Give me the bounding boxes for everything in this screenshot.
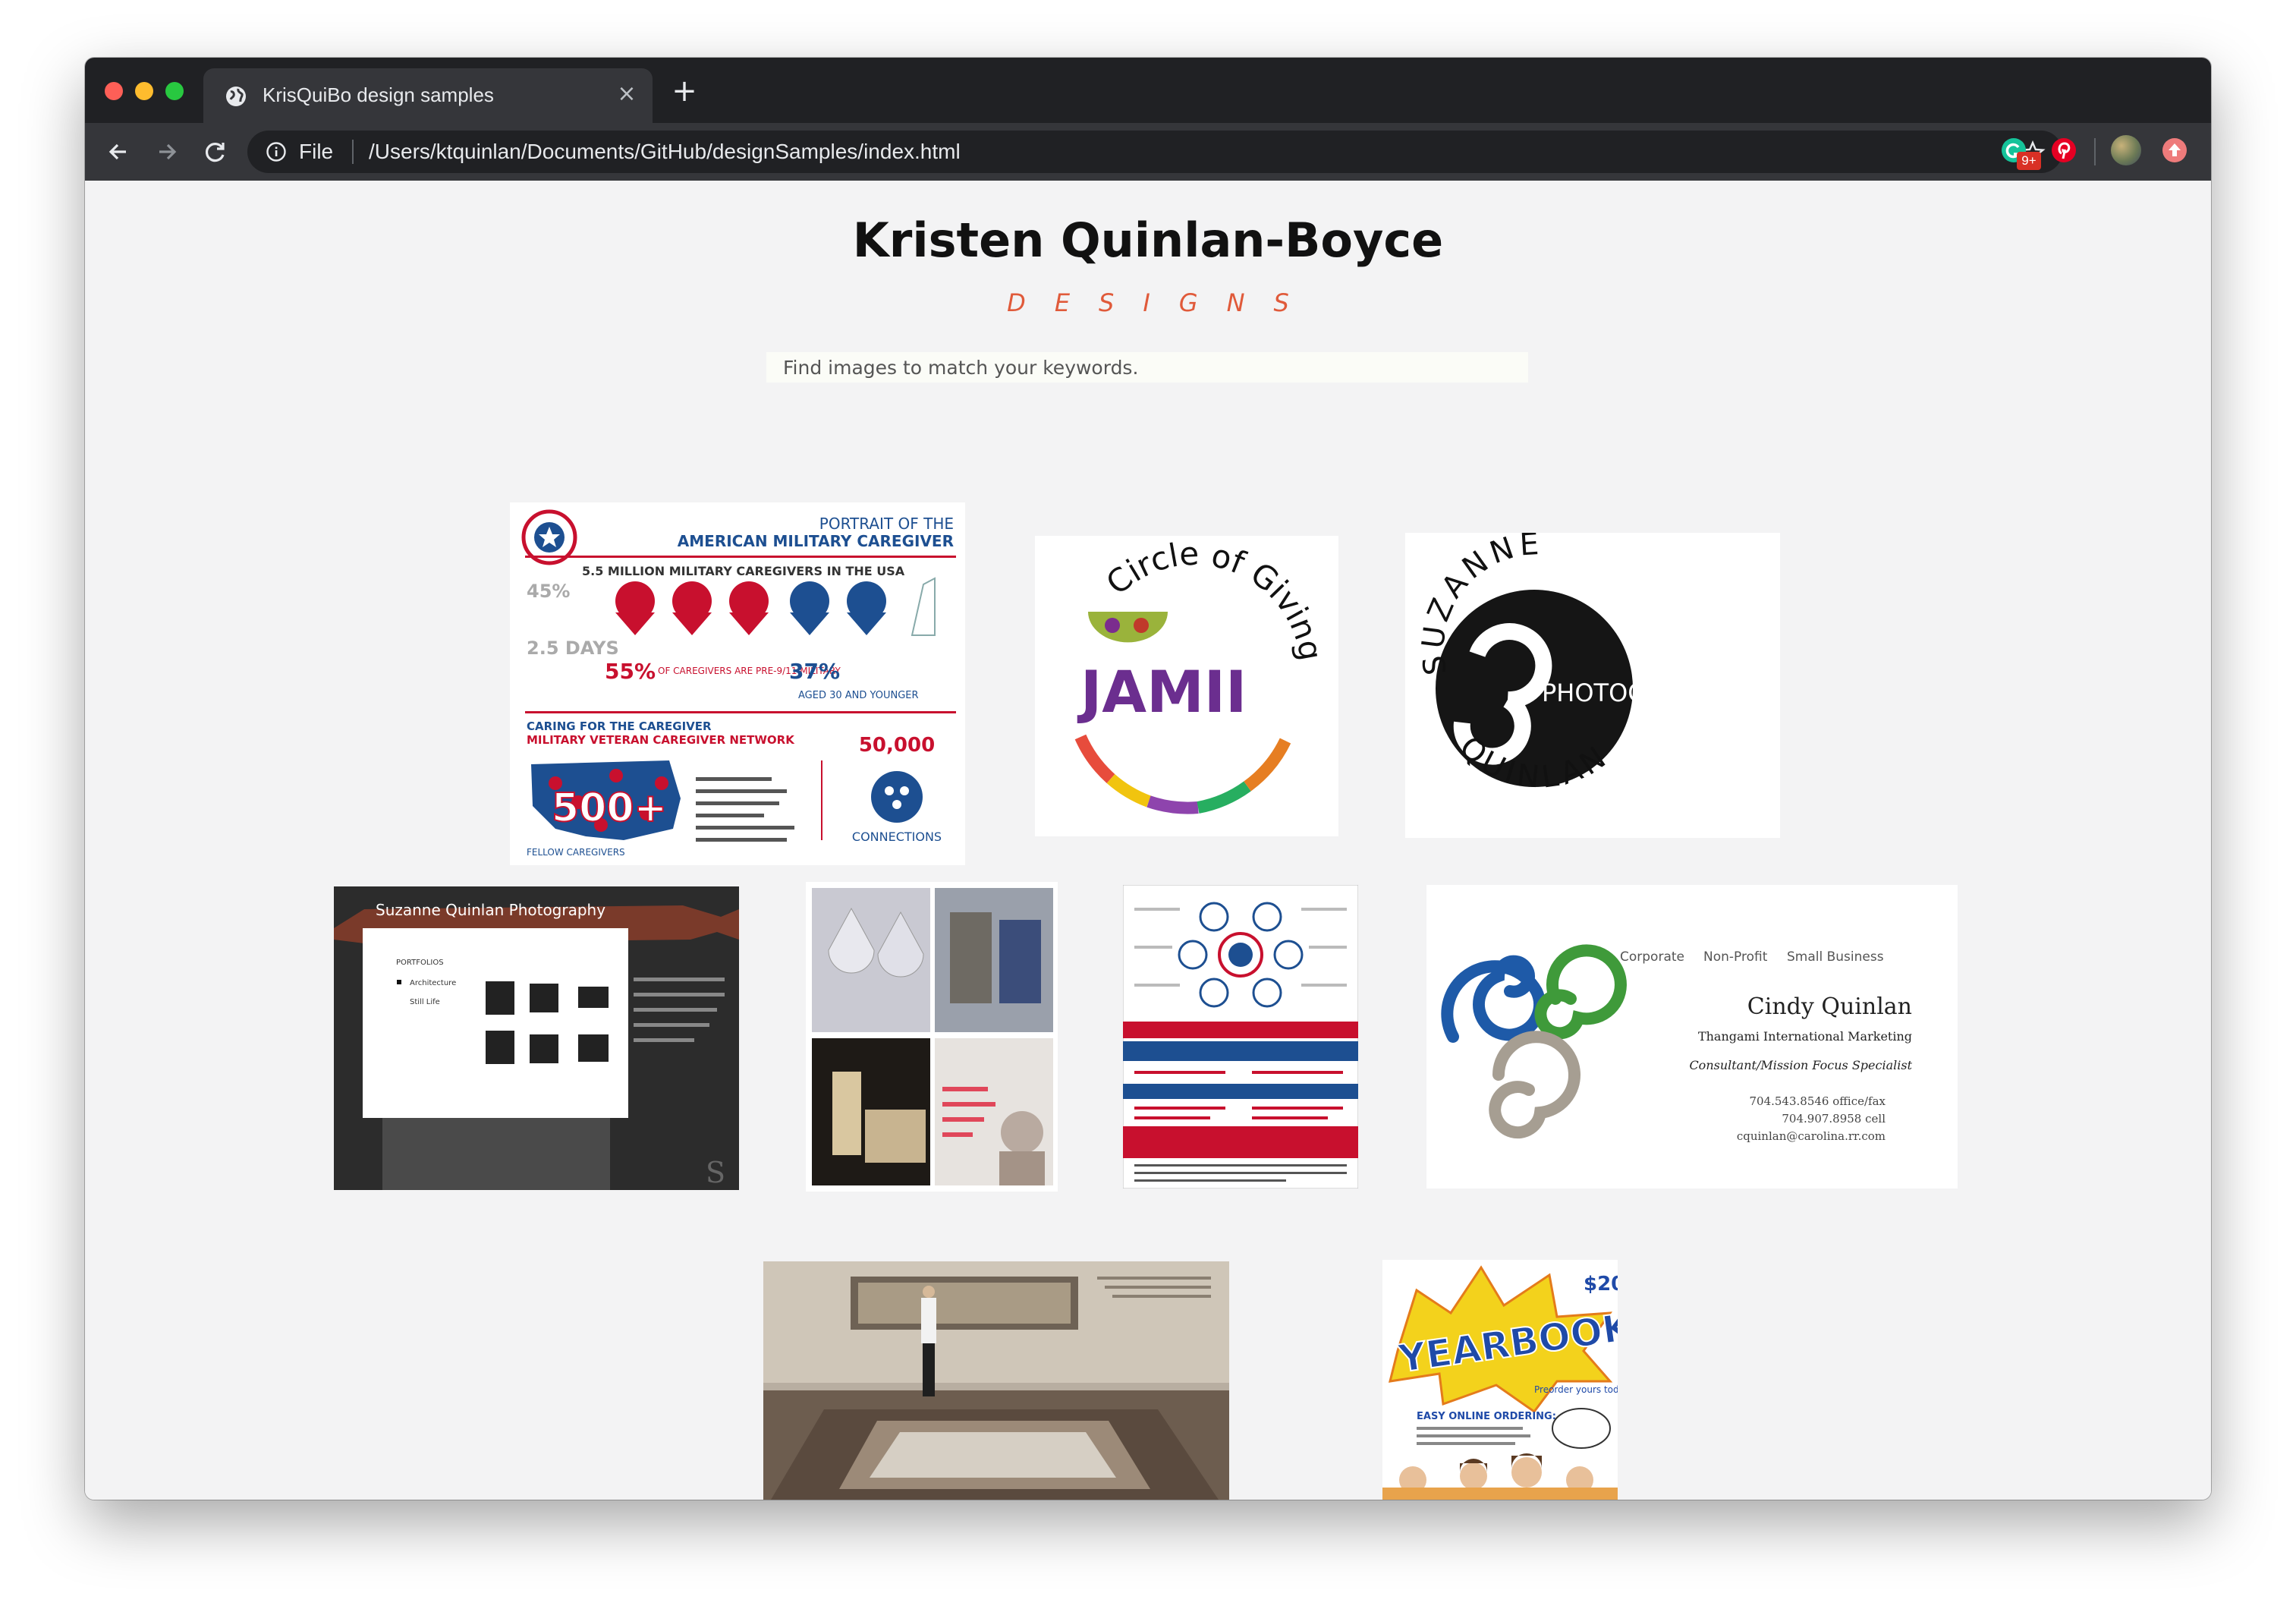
extension-icon[interactable] <box>2159 135 2190 165</box>
network-count: 50,000 <box>859 734 935 757</box>
website-nav-2: Still Life <box>410 998 440 1006</box>
jamii-image: Circle of Giving JAMII <box>1035 536 1338 836</box>
logo-photography-text: PHOTOGRAPHY <box>1542 678 1727 707</box>
card-email: cquinlan@carolina.rr.com <box>1737 1129 1886 1143</box>
thumbnail-product-collage[interactable] <box>806 882 1058 1192</box>
stat-37: 37% <box>789 659 840 684</box>
stat-37-text: AGED 30 AND YOUNGER <box>798 690 919 701</box>
window-close-button[interactable] <box>105 82 123 100</box>
yearbook-online: EASY ONLINE ORDERING: <box>1417 1411 1556 1422</box>
fellow-caregivers: FELLOW CAREGIVERS <box>527 847 625 858</box>
window-maximize-button[interactable] <box>165 82 184 100</box>
stat-55: 55% <box>605 659 656 684</box>
thumbnail-caregiver-infographic[interactable]: PORTRAIT OF THE AMERICAN MILITARY CAREGI… <box>510 502 965 865</box>
yearbook-price: $20 <box>1584 1273 1618 1296</box>
card-tag-2: Non-Profit <box>1703 949 1768 965</box>
thumbnail-business-card[interactable]: Corporate Non-Profit Small Business Cind… <box>1426 885 1958 1189</box>
card-tag-1: Corporate <box>1620 949 1684 965</box>
address-url[interactable]: /Users/ktquinlan/Documents/GitHub/design… <box>369 140 961 164</box>
svg-text:S: S <box>706 1156 725 1189</box>
tab-close-icon[interactable]: × <box>615 82 639 106</box>
thumbnail-museum-photo[interactable] <box>763 1261 1229 1500</box>
photo-website-image: Suzanne Quinlan Photography PORTFOLIOS A… <box>334 886 739 1190</box>
reload-icon[interactable] <box>200 137 231 167</box>
forward-icon[interactable] <box>152 137 182 167</box>
svg-text:2.5 DAYS: 2.5 DAYS <box>527 638 619 659</box>
page-content: Kristen Quinlan-Boyce DESIGNS PORTRAIT O… <box>85 181 2211 1500</box>
page-title: Kristen Quinlan-Boyce <box>852 213 1444 268</box>
pinterest-icon[interactable] <box>2049 135 2079 165</box>
thumbnail-suzanne-logo[interactable]: SUZANNE QUINLAN PHOTOGRAPHY <box>1405 533 1780 838</box>
svg-text:45%: 45% <box>527 581 570 602</box>
infographic-heading2: AMERICAN MILITARY CAREGIVER <box>678 532 954 550</box>
toolbar-divider <box>2094 138 2096 165</box>
website-nav-1: Architecture <box>410 979 456 987</box>
suzanne-logo-image: SUZANNE QUINLAN PHOTOGRAPHY <box>1405 533 1780 838</box>
website-title: Suzanne Quinlan Photography <box>376 901 605 919</box>
browser-toolbar: File /Users/ktquinlan/Documents/GitHub/d… <box>85 123 2211 181</box>
new-tab-button[interactable]: + <box>671 76 698 106</box>
museum-photo-image <box>763 1261 1229 1500</box>
address-scheme: File <box>299 140 334 163</box>
card-phone1: 704.543.8546 office/fax <box>1749 1094 1886 1108</box>
back-icon[interactable] <box>103 137 134 167</box>
globe-icon <box>226 87 246 106</box>
thumbnail-network-flyer[interactable] <box>1123 885 1358 1189</box>
window-minimize-button[interactable] <box>135 82 153 100</box>
card-company: Thangami International Marketing <box>1698 1029 1912 1044</box>
business-card-image: Corporate Non-Profit Small Business Cind… <box>1426 885 1958 1189</box>
thumbnail-yearbook-flyer[interactable]: YEARBOOK $20 Preorder yours today! EASY … <box>1382 1260 1618 1500</box>
page-subtitle: DESIGNS <box>1007 288 1318 317</box>
yearbook-cta: Preorder yours today! <box>1534 1384 1618 1395</box>
tab-strip: KrisQuiBo design samples × + <box>85 58 2211 123</box>
card-role: Consultant/Mission Focus Specialist <box>1689 1058 1912 1072</box>
browser-window: KrisQuiBo design samples × + File /Users… <box>85 58 2211 1500</box>
card-phone2: 704.907.8958 cell <box>1782 1112 1886 1126</box>
extension-badge: 9+ <box>2017 152 2041 170</box>
profile-avatar[interactable] <box>2111 135 2141 165</box>
connections-label: CONNECTIONS <box>852 830 942 844</box>
card-tag-3: Small Business <box>1787 949 1884 965</box>
infographic-section: CARING FOR THE CAREGIVER <box>527 719 712 733</box>
card-name: Cindy Quinlan <box>1747 993 1912 1020</box>
infographic-image: PORTRAIT OF THE AMERICAN MILITARY CAREGI… <box>510 502 965 865</box>
network-flyer-image <box>1123 885 1358 1189</box>
yearbook-image: YEARBOOK $20 Preorder yours today! EASY … <box>1382 1260 1618 1500</box>
address-bar[interactable]: File /Users/ktquinlan/Documents/GitHub/d… <box>247 131 2062 173</box>
search-input[interactable] <box>766 352 1528 383</box>
infographic-section2: MILITARY VETERAN CAREGIVER NETWORK <box>527 733 795 747</box>
thumbnail-photo-website[interactable]: Suzanne Quinlan Photography PORTFOLIOS A… <box>334 886 739 1190</box>
infographic-line1: 5.5 MILLION MILITARY CAREGIVERS IN THE U… <box>582 564 905 578</box>
website-nav-head: PORTFOLIOS <box>396 959 444 967</box>
info-icon[interactable] <box>266 141 287 162</box>
jamii-word: JAMII <box>1077 658 1247 726</box>
thumbnail-jamii-logo[interactable]: Circle of Giving JAMII <box>1035 536 1338 836</box>
tab-active[interactable]: KrisQuiBo design samples × <box>203 68 653 123</box>
infographic-heading1: PORTRAIT OF THE <box>819 515 954 533</box>
red-people-icons <box>615 581 769 635</box>
big-number: 500+ <box>552 786 667 831</box>
product-collage-image <box>806 882 1058 1192</box>
tab-title: KrisQuiBo design samples <box>263 83 494 106</box>
address-divider <box>352 140 354 164</box>
